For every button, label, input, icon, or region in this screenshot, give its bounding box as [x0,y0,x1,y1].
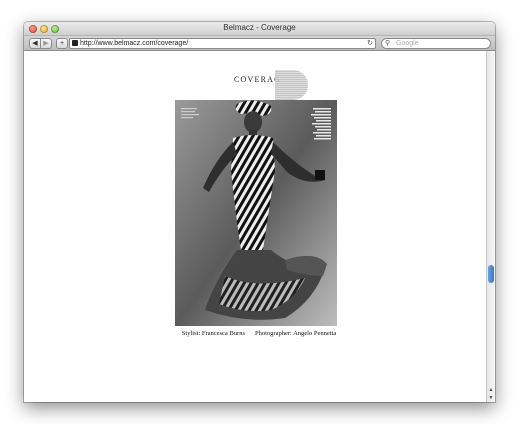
page-content: COVERAG Stylist: Francesca Burns Photogr… [24,51,487,402]
browser-toolbar: ◀ ▶ + http://www.belmacz.com/coverage/ ↻… [24,36,495,51]
reload-icon[interactable]: ↻ [367,39,373,48]
search-icon[interactable]: ⚲ [385,39,390,48]
forward-button[interactable]: ▶ [40,38,52,49]
add-bookmark-button[interactable]: + [56,38,68,49]
scroll-up-arrow-icon[interactable]: ▲ [487,386,495,394]
stylist-credit: Stylist: Francesca Burns [181,330,245,337]
url-text[interactable]: http://www.belmacz.com/coverage/ [80,39,188,48]
photo-credits: Stylist: Francesca Burns Photographer: An… [174,330,344,337]
search-placeholder: Google [396,40,419,47]
vertical-scrollbar[interactable]: ▲ ▼ [486,51,495,402]
photographer-credit: Photographer: Angelo Pennetta [254,330,337,337]
browser-window: Belmacz - Coverage ◀ ▶ + http://www.belm… [24,22,495,402]
window-title: Belmacz - Coverage [223,23,296,32]
belmacz-logo-icon [275,70,308,100]
title-bar: Belmacz - Coverage [24,22,495,36]
scrollbar-thumb[interactable] [488,265,494,283]
address-bar[interactable]: http://www.belmacz.com/coverage/ ↻ [69,38,376,49]
magazine-photo[interactable] [175,100,337,326]
site-favicon-icon [72,40,78,46]
search-field[interactable]: ⚲ Google [381,38,491,49]
scroll-down-arrow-icon[interactable]: ▼ [487,394,495,402]
